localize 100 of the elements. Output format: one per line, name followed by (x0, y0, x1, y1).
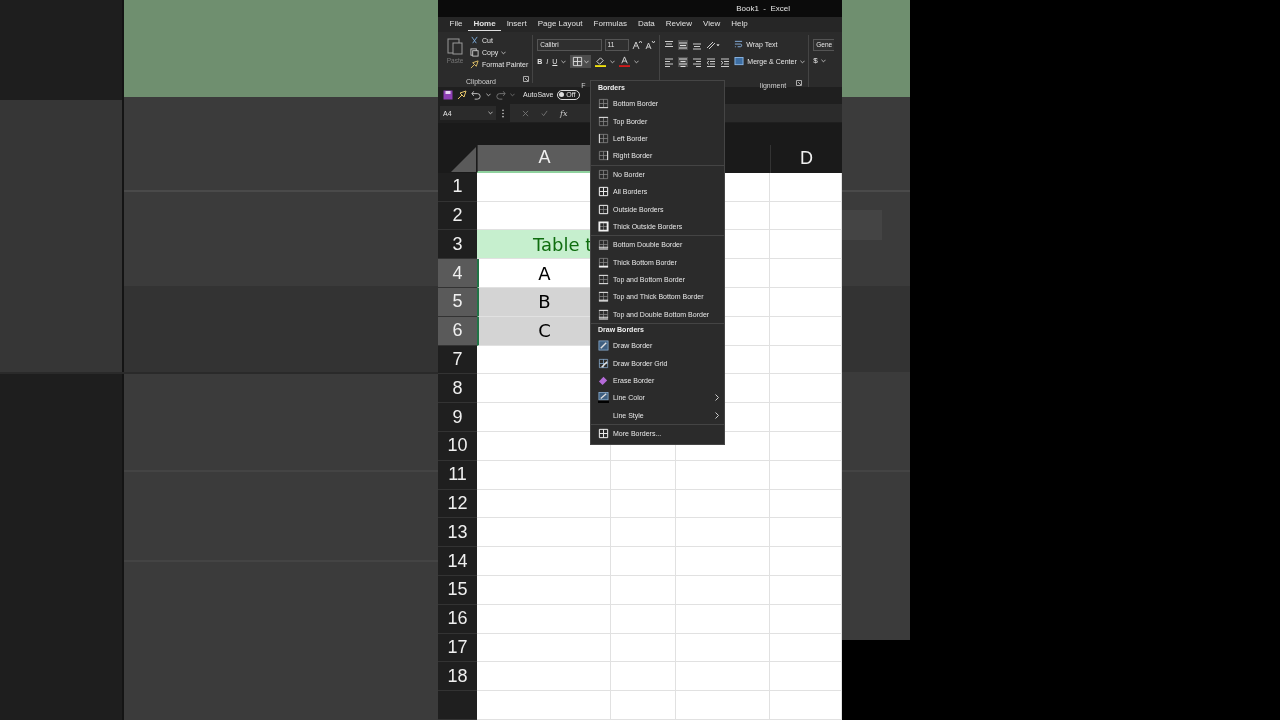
wrap-text-icon (734, 40, 744, 50)
row-header[interactable]: 8 (438, 374, 477, 404)
table-cell (770, 374, 842, 404)
row-header[interactable]: 4 (438, 259, 477, 289)
align-left-icon[interactable] (664, 56, 675, 67)
clipboard-icon[interactable] (447, 36, 463, 55)
table-cell (611, 547, 676, 576)
table-cell (770, 432, 842, 461)
row-header[interactable]: 9 (438, 403, 477, 432)
ribbon-tab[interactable]: File (444, 17, 468, 32)
window-title: Book1 - Excel (736, 3, 790, 13)
font-color-icon[interactable] (619, 56, 631, 68)
borders-button[interactable] (570, 55, 592, 69)
border-icon (597, 256, 609, 268)
chevron-icon (715, 411, 719, 419)
insert-function-button[interactable]: fx (560, 108, 568, 118)
row-header[interactable]: 7 (438, 345, 477, 375)
row-header[interactable]: 12 (438, 489, 477, 519)
table-cell (770, 403, 842, 432)
brush-icon (470, 60, 479, 70)
currency-button[interactable]: $ (813, 56, 818, 66)
caret-icon[interactable] (799, 59, 805, 64)
table-cell (770, 576, 842, 605)
row-header[interactable]: 6 (438, 316, 477, 346)
border-icon (597, 308, 609, 320)
table-cell (611, 604, 676, 634)
shrink-font-icon[interactable] (645, 39, 656, 50)
border-icon (572, 56, 584, 68)
ribbon-tab[interactable]: View (697, 17, 726, 32)
row-header[interactable]: 18 (438, 662, 477, 692)
align-middle-icon[interactable] (678, 39, 689, 50)
ribbon-tab[interactable]: Help (725, 17, 754, 32)
ribbon-tab[interactable]: Review (660, 17, 698, 32)
table-cell (770, 345, 842, 375)
border-icon (597, 220, 609, 232)
table-cell (770, 288, 842, 317)
row-header[interactable]: 1 (438, 172, 477, 202)
border-icon (597, 428, 609, 440)
table-cell (611, 662, 676, 692)
ribbon-tab[interactable]: Insert (501, 17, 533, 32)
grow-font-icon[interactable] (632, 39, 643, 50)
table-cell (770, 460, 842, 490)
cancel-icon[interactable] (522, 109, 529, 117)
border-icon (597, 168, 609, 180)
save-icon[interactable] (443, 89, 453, 100)
merge-icon (734, 57, 745, 67)
table-cell (611, 518, 676, 548)
border-icon (597, 274, 609, 286)
border-icon (597, 132, 609, 144)
align-right-icon[interactable] (692, 56, 703, 67)
pencil-icon (597, 340, 609, 352)
border-icon (597, 203, 609, 215)
border-icon (597, 239, 609, 251)
chevron-icon (715, 394, 719, 402)
table-cell (611, 460, 676, 490)
row-header[interactable]: 15 (438, 576, 477, 605)
row-header[interactable]: 14 (438, 547, 477, 576)
caret-icon[interactable] (501, 50, 507, 55)
increase-indent-icon[interactable] (720, 56, 731, 67)
row-header[interactable]: 11 (438, 460, 477, 490)
undo-icon[interactable] (471, 89, 482, 100)
ribbon-tab[interactable]: Page Layout (532, 17, 589, 32)
launcher-icon[interactable] (523, 75, 530, 82)
ribbon-tab[interactable]: Data (632, 17, 661, 32)
pencil-grid-icon (597, 357, 609, 369)
row-header[interactable]: 2 (438, 201, 477, 231)
table-cell (770, 662, 842, 692)
redo-icon[interactable] (495, 89, 506, 100)
row-header[interactable]: 10 (438, 432, 477, 461)
table-cell (770, 691, 842, 720)
border-icon (597, 98, 609, 110)
table-cell (770, 547, 842, 576)
table-cell (611, 489, 676, 519)
caret-icon[interactable] (561, 59, 567, 64)
row-header[interactable]: 17 (438, 633, 477, 663)
caret-icon[interactable] (610, 59, 616, 64)
table-cell (770, 259, 842, 289)
caret-icon (584, 59, 590, 64)
caret-icon[interactable] (634, 59, 640, 64)
table-cell (770, 518, 842, 548)
decrease-indent-icon[interactable] (706, 56, 717, 67)
ribbon-tab[interactable]: Home (467, 17, 502, 32)
orientation-icon[interactable] (706, 39, 721, 50)
row-header[interactable]: 13 (438, 518, 477, 548)
ribbon-tab[interactable]: Formulas (588, 17, 633, 32)
row-header[interactable]: 5 (438, 288, 477, 317)
scissors-icon (470, 36, 479, 46)
border-icon (597, 186, 609, 198)
launcher-icon[interactable] (796, 79, 803, 86)
row-header[interactable]: 3 (438, 230, 477, 260)
brush-icon[interactable] (457, 89, 467, 100)
check-icon[interactable] (541, 109, 548, 117)
row-header[interactable]: 16 (438, 604, 477, 634)
align-top-icon[interactable] (664, 39, 675, 50)
align-center-icon[interactable] (678, 56, 689, 67)
caret-icon[interactable] (486, 92, 491, 97)
table-cell (770, 489, 842, 519)
caret-icon[interactable] (820, 58, 826, 63)
fill-color-icon[interactable] (595, 56, 607, 68)
table-cell (770, 230, 842, 260)
